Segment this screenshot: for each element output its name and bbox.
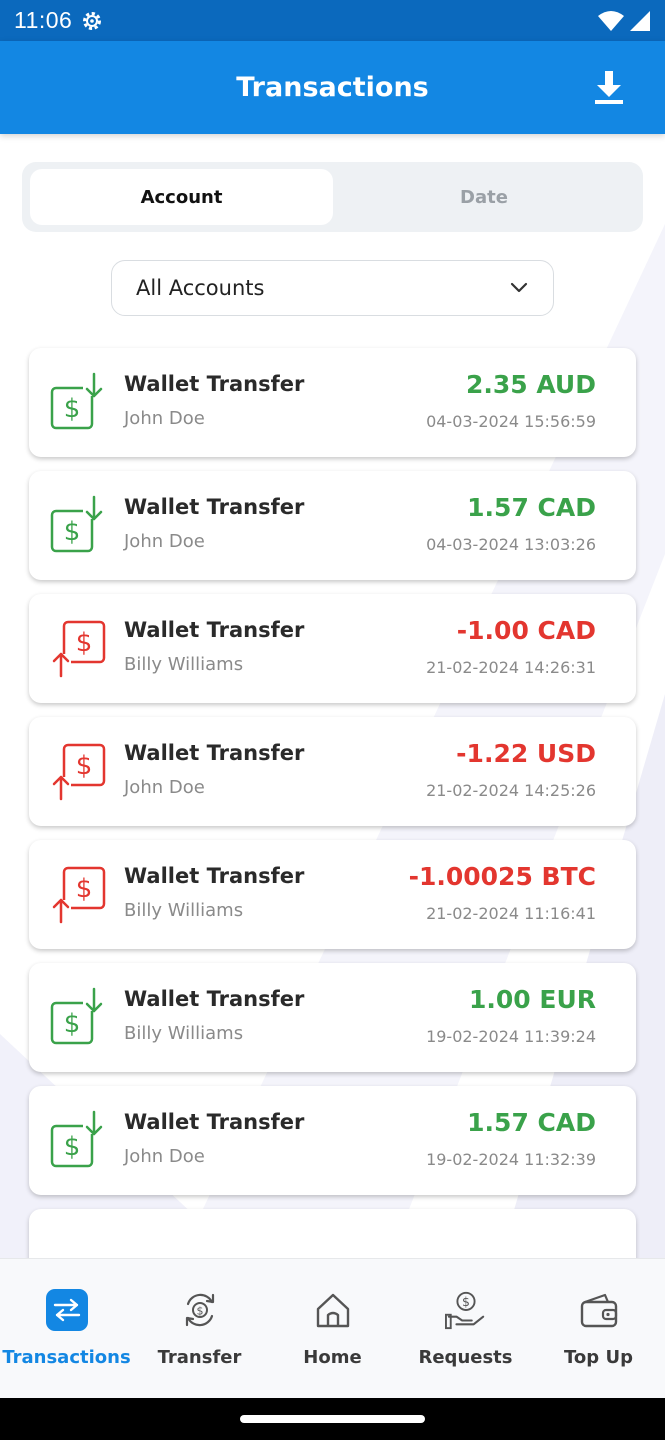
nav-label: Top Up: [564, 1347, 633, 1368]
transaction-amount: 1.57 CAD: [467, 493, 596, 522]
status-time: 11:06: [14, 7, 73, 33]
transaction-counterparty: John Doe: [124, 408, 205, 429]
nav-transactions[interactable]: Transactions: [0, 1259, 133, 1399]
tab-date[interactable]: Date: [333, 169, 635, 225]
svg-text:$: $: [76, 874, 93, 904]
transaction-card[interactable]: $ Wallet Transfer Billy Williams -1.0002…: [29, 840, 636, 949]
transactions-icon: [45, 1289, 88, 1331]
transaction-counterparty: John Doe: [124, 777, 205, 798]
svg-text:$: $: [64, 394, 81, 424]
page-title: Transactions: [236, 72, 429, 103]
transaction-amount: -1.22 USD: [456, 739, 596, 768]
transaction-card[interactable]: $ Wallet Transfer Billy Williams 1.00 EU…: [29, 963, 636, 1072]
signal-icon: [630, 10, 650, 31]
transaction-card[interactable]: $ Wallet Transfer John Doe 2.35 AUD 04-0…: [29, 348, 636, 457]
wallet-icon: [578, 1289, 620, 1331]
requests-icon: $: [444, 1289, 487, 1331]
settings-gear-icon: [83, 11, 102, 30]
home-icon: [312, 1289, 354, 1331]
transaction-counterparty: John Doe: [124, 1146, 205, 1167]
transaction-counterparty: Billy Williams: [124, 654, 244, 675]
svg-text:$: $: [196, 1305, 203, 1318]
svg-text:$: $: [76, 751, 93, 781]
transaction-date: 21-02-2024 14:26:31: [426, 658, 596, 677]
transaction-card-partial[interactable]: [29, 1209, 636, 1258]
transaction-amount: 1.57 CAD: [467, 1108, 596, 1137]
dropdown-value: All Accounts: [136, 276, 265, 300]
outgoing-transfer-icon: $: [52, 620, 106, 678]
transaction-amount: -1.00025 BTC: [408, 862, 596, 891]
filter-segment: Account Date: [22, 162, 643, 232]
status-indicators: [597, 10, 651, 32]
transaction-card[interactable]: $ Wallet Transfer John Doe -1.22 USD 21-…: [29, 717, 636, 826]
nav-label: Transfer: [157, 1347, 242, 1368]
nav-top-up[interactable]: Top Up: [532, 1259, 665, 1399]
home-gesture-bar[interactable]: [240, 1415, 425, 1423]
content-area: Account Date All Accounts $ Wallet Trans…: [0, 134, 665, 1258]
status-bar: 11:06: [0, 0, 665, 41]
nav-requests[interactable]: $ Requests: [399, 1259, 532, 1399]
transaction-card[interactable]: $ Wallet Transfer Billy Williams -1.00 C…: [29, 594, 636, 703]
transaction-amount: -1.00 CAD: [456, 616, 596, 645]
transaction-date: 19-02-2024 11:39:24: [426, 1027, 596, 1046]
transaction-title: Wallet Transfer: [124, 741, 305, 765]
transaction-title: Wallet Transfer: [124, 1110, 305, 1134]
chevron-down-icon: [510, 282, 528, 293]
nav-label: Transactions: [2, 1347, 131, 1368]
outgoing-transfer-icon: $: [52, 743, 106, 801]
incoming-transfer-icon: $: [50, 1110, 103, 1168]
transaction-date: 04-03-2024 15:56:59: [426, 412, 596, 431]
transaction-amount: 2.35 AUD: [465, 370, 596, 399]
incoming-transfer-icon: $: [50, 495, 103, 553]
tab-account[interactable]: Account: [30, 169, 333, 225]
transaction-title: Wallet Transfer: [124, 495, 305, 519]
account-dropdown[interactable]: All Accounts: [111, 260, 554, 316]
svg-text:$: $: [64, 1009, 81, 1039]
nav-transfer[interactable]: $ Transfer: [133, 1259, 266, 1399]
transaction-title: Wallet Transfer: [124, 618, 305, 642]
transaction-date: 21-02-2024 14:25:26: [426, 781, 596, 800]
transaction-title: Wallet Transfer: [124, 987, 305, 1011]
transfer-icon: $: [179, 1289, 221, 1331]
nav-label: Requests: [418, 1347, 513, 1368]
nav-label: Home: [303, 1347, 362, 1368]
wifi-icon: [598, 10, 624, 31]
outgoing-transfer-icon: $: [52, 866, 106, 924]
transaction-card[interactable]: $ Wallet Transfer John Doe 1.57 CAD 19-0…: [29, 1086, 636, 1195]
nav-home[interactable]: Home: [266, 1259, 399, 1399]
incoming-transfer-icon: $: [50, 372, 103, 430]
transaction-counterparty: Billy Williams: [124, 1023, 244, 1044]
download-icon[interactable]: [593, 69, 625, 105]
transaction-date: 21-02-2024 11:16:41: [426, 904, 596, 923]
transaction-card[interactable]: $ Wallet Transfer John Doe 1.57 CAD 04-0…: [29, 471, 636, 580]
incoming-transfer-icon: $: [50, 987, 103, 1045]
transaction-amount: 1.00 EUR: [468, 985, 596, 1014]
svg-text:$: $: [64, 517, 81, 547]
system-navigation-bar: [0, 1398, 665, 1440]
svg-text:$: $: [76, 628, 93, 658]
app-header: Transactions: [0, 41, 665, 134]
bottom-nav: Transactions $ Transfer Home $ Requests …: [0, 1258, 665, 1398]
transaction-counterparty: John Doe: [124, 531, 205, 552]
transaction-date: 19-02-2024 11:32:39: [426, 1150, 596, 1169]
transaction-title: Wallet Transfer: [124, 372, 305, 396]
svg-text:$: $: [64, 1132, 81, 1162]
svg-text:$: $: [462, 1294, 470, 1309]
transaction-counterparty: Billy Williams: [124, 900, 244, 921]
transaction-date: 04-03-2024 13:03:26: [426, 535, 596, 554]
transaction-title: Wallet Transfer: [124, 864, 305, 888]
